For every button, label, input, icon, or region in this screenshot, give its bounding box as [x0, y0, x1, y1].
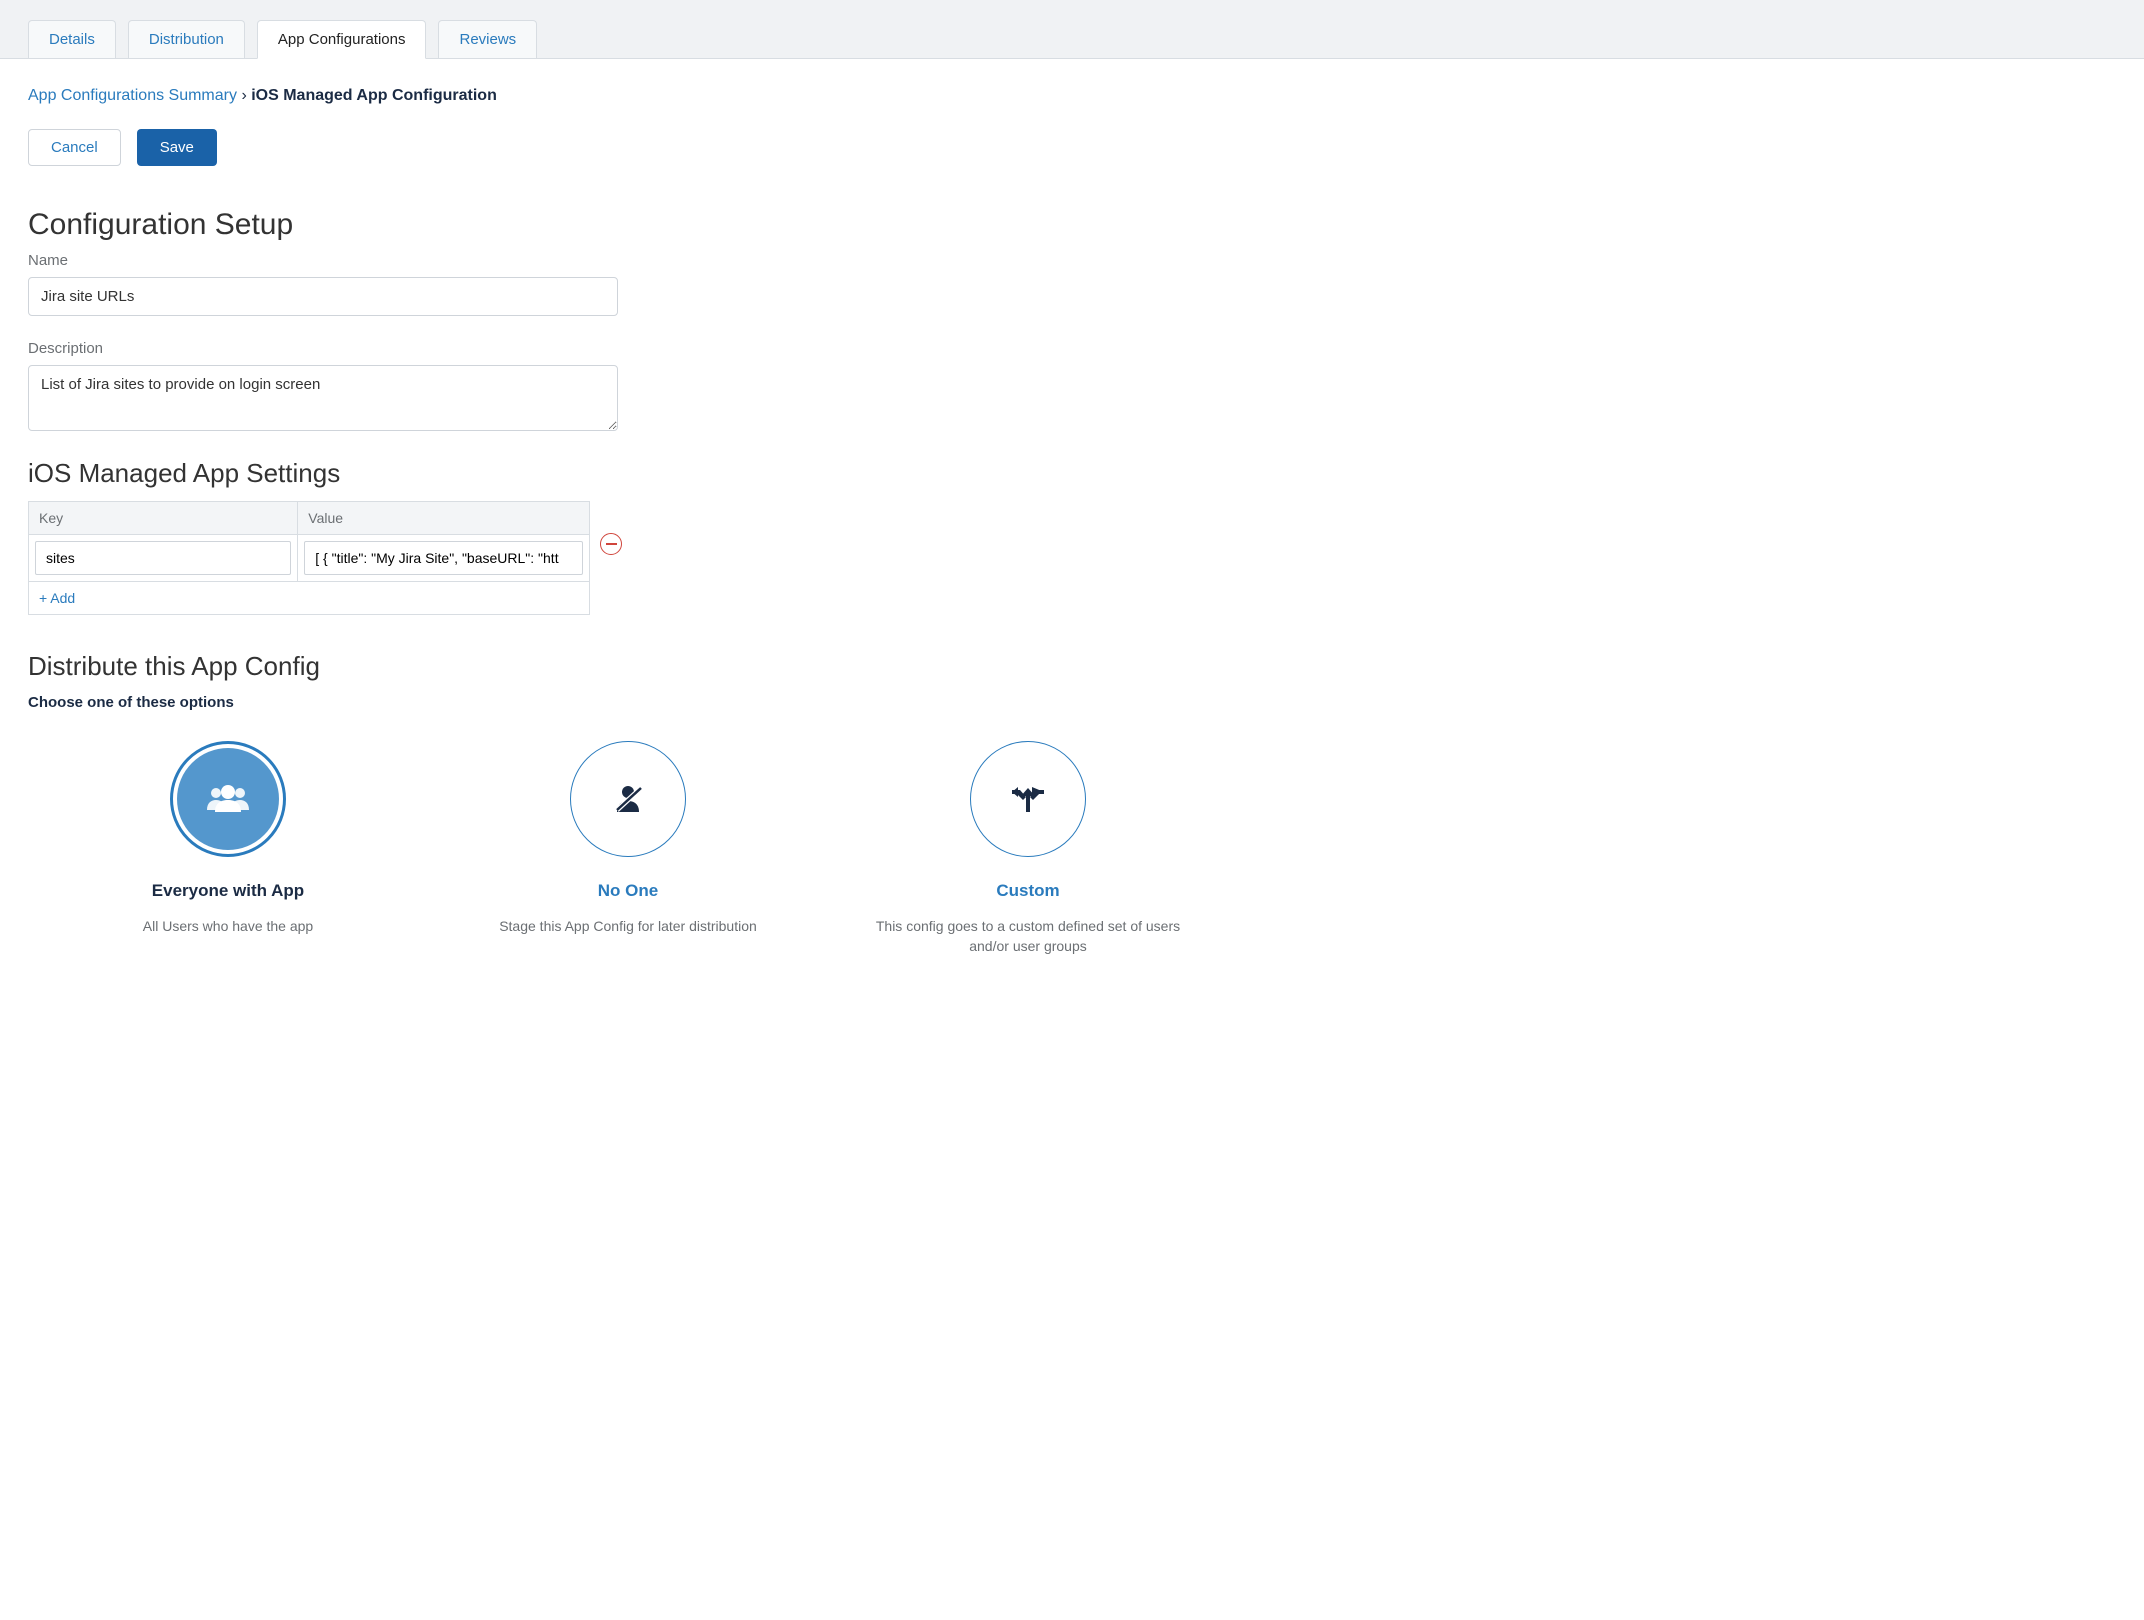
user-slash-icon [611, 784, 645, 814]
distribute-subtitle: Choose one of these options [28, 694, 2116, 711]
add-link[interactable]: + Add [39, 590, 75, 606]
tab-details[interactable]: Details [28, 20, 116, 58]
cancel-button[interactable]: Cancel [28, 129, 121, 166]
arrows-split-icon [1006, 784, 1050, 814]
settings-header-key: Key [29, 502, 298, 535]
content-area: App Configurations Summary › iOS Managed… [0, 59, 2144, 984]
field-description: Description [28, 340, 2116, 434]
breadcrumb-current: iOS Managed App Configuration [251, 87, 497, 104]
option-noone-title: No One [598, 881, 658, 901]
remove-row-icon[interactable] [600, 533, 622, 555]
settings-table: Key Value + Add [28, 501, 590, 615]
option-custom-title: Custom [996, 881, 1059, 901]
tab-reviews[interactable]: Reviews [438, 20, 537, 58]
tab-app-configurations[interactable]: App Configurations [257, 20, 427, 59]
option-everyone[interactable]: Everyone with App All Users who have the… [28, 741, 428, 956]
heading-distribute: Distribute this App Config [28, 651, 2116, 682]
tab-distribution[interactable]: Distribution [128, 20, 245, 58]
option-custom-desc: This config goes to a custom defined set… [858, 917, 1198, 956]
table-row [29, 535, 590, 582]
option-everyone-circle [170, 741, 286, 857]
name-label: Name [28, 252, 2116, 269]
distribute-options: Everyone with App All Users who have the… [28, 741, 1228, 956]
action-buttons: Cancel Save [28, 129, 2116, 166]
heading-ios-settings: iOS Managed App Settings [28, 458, 2116, 489]
option-everyone-title: Everyone with App [152, 881, 304, 901]
users-icon [205, 782, 251, 816]
breadcrumb: App Configurations Summary › iOS Managed… [28, 87, 2116, 105]
settings-value-input[interactable] [304, 541, 583, 575]
save-button[interactable]: Save [137, 129, 217, 166]
option-everyone-desc: All Users who have the app [143, 917, 313, 937]
description-label: Description [28, 340, 2116, 357]
field-name: Name [28, 252, 2116, 316]
settings-header-value: Value [298, 502, 590, 535]
breadcrumb-separator: › [241, 87, 246, 104]
settings-key-input[interactable] [35, 541, 291, 575]
option-custom-circle [970, 741, 1086, 857]
option-noone-desc: Stage this App Config for later distribu… [499, 917, 757, 937]
settings-row: Key Value + Add [28, 501, 668, 615]
option-noone-circle [570, 741, 686, 857]
option-noone[interactable]: No One Stage this App Config for later d… [428, 741, 828, 956]
description-input[interactable] [28, 365, 618, 431]
heading-configuration-setup: Configuration Setup [28, 208, 2116, 242]
option-custom[interactable]: Custom This config goes to a custom defi… [828, 741, 1228, 956]
distribute-section: Distribute this App Config Choose one of… [28, 651, 2116, 956]
breadcrumb-summary-link[interactable]: App Configurations Summary [28, 87, 237, 104]
add-row: + Add [29, 582, 590, 615]
name-input[interactable] [28, 277, 618, 316]
tab-bar: Details Distribution App Configurations … [0, 0, 2144, 59]
